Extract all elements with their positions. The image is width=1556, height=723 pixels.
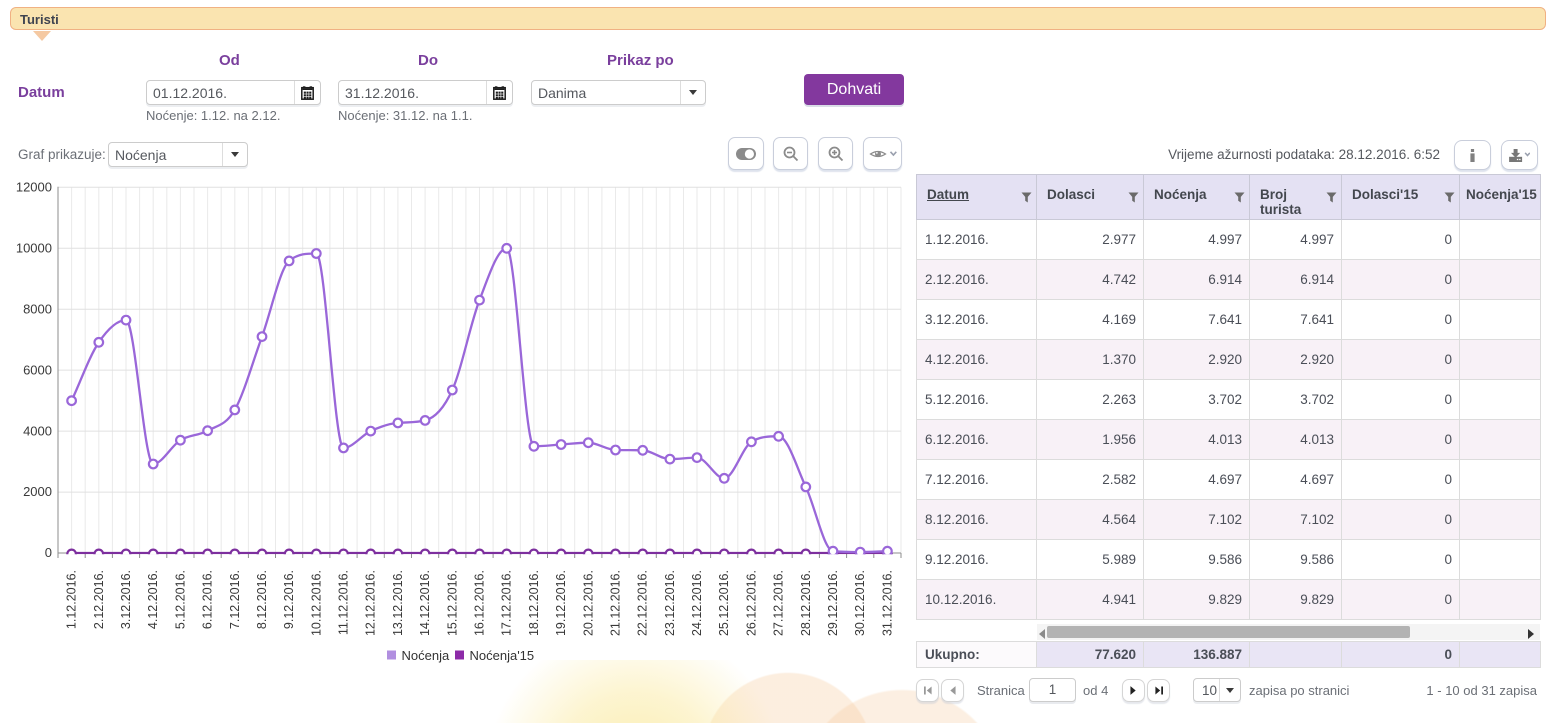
svg-text:11.12.2016.: 11.12.2016. [337, 570, 351, 635]
svg-text:21.12.2016.: 21.12.2016. [609, 570, 623, 636]
svg-text:27.12.2016.: 27.12.2016. [772, 570, 786, 636]
svg-text:14.12.2016.: 14.12.2016. [418, 570, 432, 636]
svg-text:Noćenja: Noćenja [402, 648, 450, 663]
svg-text:28.12.2016.: 28.12.2016. [799, 570, 813, 636]
svg-text:2000: 2000 [23, 484, 52, 499]
svg-text:9.12.2016.: 9.12.2016. [282, 570, 296, 629]
svg-text:0: 0 [45, 545, 52, 560]
svg-text:25.12.2016.: 25.12.2016. [717, 570, 731, 636]
svg-text:30.12.2016.: 30.12.2016. [853, 570, 867, 636]
svg-text:5.12.2016.: 5.12.2016. [173, 570, 187, 629]
svg-text:19.12.2016.: 19.12.2016. [554, 570, 568, 636]
svg-text:Noćenja'15: Noćenja'15 [470, 648, 535, 663]
svg-text:16.12.2016.: 16.12.2016. [473, 570, 487, 636]
svg-text:26.12.2016.: 26.12.2016. [744, 570, 758, 636]
svg-text:8.12.2016.: 8.12.2016. [255, 570, 269, 629]
svg-text:23.12.2016.: 23.12.2016. [663, 570, 677, 636]
svg-text:12.12.2016.: 12.12.2016. [364, 570, 378, 636]
svg-text:10.12.2016.: 10.12.2016. [309, 570, 323, 636]
svg-text:8000: 8000 [23, 301, 52, 316]
svg-text:24.12.2016.: 24.12.2016. [690, 570, 704, 636]
svg-text:7.12.2016.: 7.12.2016. [228, 570, 242, 629]
svg-text:18.12.2016.: 18.12.2016. [527, 570, 541, 636]
svg-text:1.12.2016.: 1.12.2016. [65, 570, 79, 629]
svg-text:13.12.2016.: 13.12.2016. [391, 570, 405, 636]
svg-text:22.12.2016.: 22.12.2016. [636, 570, 650, 636]
svg-text:31.12.2016.: 31.12.2016. [880, 570, 894, 636]
svg-text:15.12.2016.: 15.12.2016. [445, 570, 459, 636]
svg-text:4.12.2016.: 4.12.2016. [146, 570, 160, 629]
svg-text:2.12.2016.: 2.12.2016. [92, 570, 106, 629]
svg-text:6.12.2016.: 6.12.2016. [201, 570, 215, 629]
svg-text:17.12.2016.: 17.12.2016. [500, 570, 514, 636]
svg-text:12000: 12000 [16, 180, 52, 195]
svg-text:29.12.2016.: 29.12.2016. [826, 570, 840, 636]
svg-text:20.12.2016.: 20.12.2016. [581, 570, 595, 636]
svg-text:6000: 6000 [23, 362, 52, 377]
svg-text:3.12.2016.: 3.12.2016. [119, 570, 133, 629]
svg-text:4000: 4000 [23, 423, 52, 438]
svg-text:10000: 10000 [16, 240, 52, 255]
